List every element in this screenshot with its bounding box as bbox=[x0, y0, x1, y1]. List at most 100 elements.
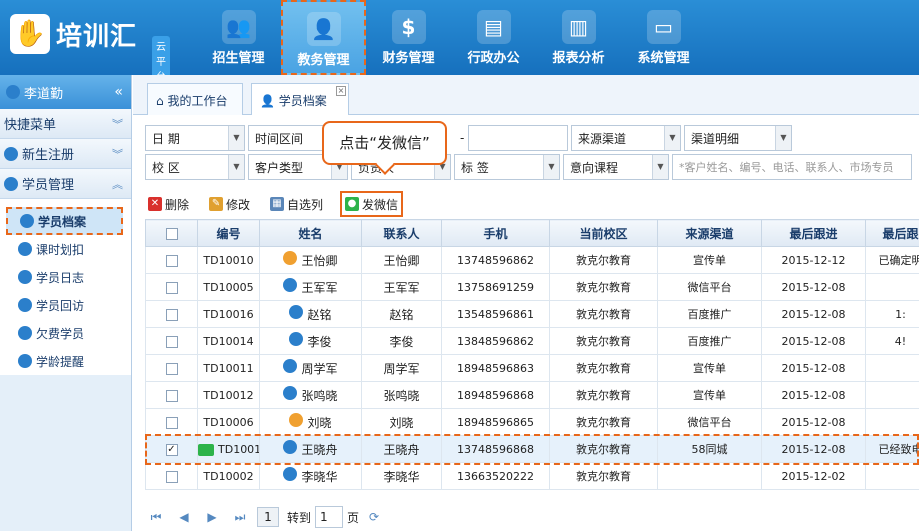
nav-admin[interactable]: ▤ 行政办公 bbox=[451, 0, 536, 75]
table-row[interactable]: TD10006 刘晓 刘晓 18948596865 敦克尔教育 微信平台 2015-12-0… bbox=[145, 408, 919, 436]
table-row[interactable]: TD10002 李晓华 李晓华 13663520222 敦克尔教育 2015-12-02 bbox=[145, 462, 919, 490]
row-checkbox[interactable] bbox=[165, 308, 178, 321]
date-to-input[interactable] bbox=[468, 125, 568, 151]
nav-enrollment[interactable]: 👥 招生管理 bbox=[196, 0, 281, 75]
goto-page-input[interactable]: 1 bbox=[315, 506, 344, 528]
collapse-icon[interactable]: « bbox=[114, 84, 123, 100]
cell-id: TD10014 bbox=[203, 334, 254, 348]
people-icon: 👥 bbox=[221, 10, 256, 44]
send-wechat-button[interactable]: ● 发微信 bbox=[340, 191, 404, 217]
cell-phone: 13848596862 bbox=[441, 327, 550, 355]
campus-select[interactable]: 校 区 ▼ bbox=[145, 154, 245, 180]
row-checkbox[interactable] bbox=[165, 470, 178, 483]
sidebar-item-age-reminder[interactable]: 学龄提醒 bbox=[0, 347, 131, 375]
person-icon bbox=[20, 214, 34, 228]
cell-note bbox=[865, 354, 919, 382]
cell-campus: 敦克尔教育 bbox=[549, 327, 658, 355]
col-id[interactable]: 编号 bbox=[197, 219, 260, 247]
cell-contact: 赵铭 bbox=[361, 300, 442, 328]
dropdown-arrow-icon: ▼ bbox=[228, 155, 244, 179]
table-row[interactable]: TD10012 张鸣晓 张鸣晓 18948596868 敦克尔教育 宣传单 2015-12-… bbox=[145, 381, 919, 409]
sidebar-item-student-visit[interactable]: 学员回访 bbox=[0, 291, 131, 319]
sidebar-item-student-log[interactable]: 学员日志 bbox=[0, 263, 131, 291]
row-checkbox[interactable] bbox=[165, 416, 178, 429]
edit-button[interactable]: ✎ 修改 bbox=[206, 191, 253, 217]
select-all-checkbox[interactable] bbox=[165, 227, 178, 240]
person-icon bbox=[4, 176, 18, 191]
cell-name: 王怡卿 bbox=[301, 254, 338, 268]
col-last-follow[interactable]: 最后跟进 bbox=[761, 219, 866, 247]
dropdown-arrow-icon: ▼ bbox=[775, 126, 791, 150]
refresh-icon[interactable]: ⟳ bbox=[363, 510, 385, 524]
sidebar-section-students[interactable]: 学员管理 ︽ bbox=[0, 169, 131, 199]
nav-finance[interactable]: $ 财务管理 bbox=[366, 0, 451, 75]
source-select[interactable]: 来源渠道 ▼ bbox=[571, 125, 681, 151]
col-contact[interactable]: 联系人 bbox=[361, 219, 442, 247]
col-source[interactable]: 来源渠道 bbox=[657, 219, 762, 247]
columns-button[interactable]: ▦ 自选列 bbox=[267, 191, 326, 217]
table-row[interactable]: TD10011 周学军 周学军 18948596863 敦克尔教育 宣传单 2015-12-… bbox=[145, 354, 919, 382]
nav-academic[interactable]: 👤 教务管理 bbox=[281, 0, 366, 75]
sidebar-item-arrears[interactable]: 欠费学员 bbox=[0, 319, 131, 347]
cell-contact: 王晓舟 bbox=[361, 435, 442, 463]
cell-source: 58同城 bbox=[657, 435, 762, 463]
course-select[interactable]: 意向课程 ▼ bbox=[563, 154, 669, 180]
person-icon bbox=[289, 332, 304, 346]
col-name[interactable]: 姓名 bbox=[259, 219, 362, 247]
next-page-icon[interactable]: ▶ bbox=[201, 510, 223, 524]
person-icon bbox=[18, 270, 32, 284]
table-row[interactable]: TD10010 王怡卿 王怡卿 13748596862 敦克尔教育 宣传单 2015-12-… bbox=[145, 246, 919, 274]
cell-campus: 敦克尔教育 bbox=[549, 300, 658, 328]
table-row[interactable]: TD10005 王军军 王军军 13758691259 敦克尔教育 微信平台 2015-12… bbox=[145, 273, 919, 301]
row-checkbox[interactable] bbox=[165, 254, 178, 267]
tab-workbench[interactable]: ⌂ 我的工作台 bbox=[147, 83, 243, 115]
cell-campus: 敦克尔教育 bbox=[549, 462, 658, 490]
user-icon bbox=[6, 85, 20, 99]
tab-student-files[interactable]: 👤 学员档案 × bbox=[251, 83, 349, 115]
table-row[interactable]: TD10014 李俊 李俊 13848596862 敦克尔教育 百度推广 2015-12-0… bbox=[145, 327, 919, 355]
nav-reports[interactable]: ▥ 报表分析 bbox=[536, 0, 621, 75]
cell-date: 2015-12-08 bbox=[761, 300, 866, 328]
close-icon[interactable]: × bbox=[336, 86, 346, 96]
source-detail-select[interactable]: 渠道明细 ▼ bbox=[684, 125, 792, 151]
last-page-icon[interactable]: ⏭ bbox=[229, 510, 251, 525]
person-icon bbox=[289, 413, 304, 427]
search-input[interactable]: *客户姓名、编号、电话、联系人、市场专员 bbox=[672, 154, 912, 180]
row-checkbox[interactable] bbox=[165, 335, 178, 348]
sidebar-section-shortcuts[interactable]: 快捷菜单 ︾ bbox=[0, 109, 131, 139]
row-checkbox[interactable] bbox=[165, 281, 178, 294]
col-campus[interactable]: 当前校区 bbox=[549, 219, 658, 247]
goto-label: 转到 bbox=[287, 510, 312, 525]
col-phone[interactable]: 手机 bbox=[441, 219, 550, 247]
table-row[interactable]: TD10016 赵铭 赵铭 13548596861 敦克尔教育 百度推广 2015-12-0… bbox=[145, 300, 919, 328]
sidebar-item-class-deduct[interactable]: 课时划扣 bbox=[0, 235, 131, 263]
people-icon bbox=[18, 354, 32, 368]
row-checkbox[interactable]: ✓ bbox=[165, 443, 178, 456]
cell-source: 微信平台 bbox=[657, 408, 762, 436]
cell-date: 2015-12-08 bbox=[761, 381, 866, 409]
row-checkbox[interactable] bbox=[165, 389, 178, 402]
sidebar-section-registration[interactable]: 新生注册 ︾ bbox=[0, 139, 131, 169]
columns-icon: ▦ bbox=[270, 197, 285, 211]
sidebar-item-student-files[interactable]: 学员档案 bbox=[6, 207, 123, 235]
pencil-icon: ✎ bbox=[209, 197, 224, 211]
cell-contact: 周学军 bbox=[361, 354, 442, 382]
cell-id: TD10006 bbox=[203, 415, 254, 429]
date-select[interactable]: 日 期 ▼ bbox=[145, 125, 245, 151]
row-checkbox[interactable] bbox=[165, 362, 178, 375]
prev-page-icon[interactable]: ◀ bbox=[173, 510, 195, 524]
table-row[interactable]: ✓TD10017王晓舟王晓舟13748596868敦克尔教育58同城2015-1… bbox=[145, 435, 919, 463]
cell-source bbox=[657, 462, 762, 490]
people-icon bbox=[18, 326, 32, 340]
wechat-icon: ● bbox=[345, 197, 360, 211]
person-icon bbox=[18, 242, 32, 256]
toolbar: ✕ 删除 ✎ 修改 ▦ 自选列 ● 发微信 bbox=[145, 189, 919, 219]
person-icon bbox=[283, 440, 298, 454]
cell-date: 2015-12-08 bbox=[761, 327, 866, 355]
delete-button[interactable]: ✕ 删除 bbox=[145, 191, 192, 217]
home-icon: ⌂ bbox=[156, 94, 168, 108]
tags-select[interactable]: 标 签 ▼ bbox=[454, 154, 560, 180]
nav-system[interactable]: ▭ 系统管理 bbox=[621, 0, 706, 75]
col-last-note[interactable]: 最后跟 bbox=[865, 219, 919, 247]
first-page-icon[interactable]: ⏮ bbox=[145, 510, 167, 525]
